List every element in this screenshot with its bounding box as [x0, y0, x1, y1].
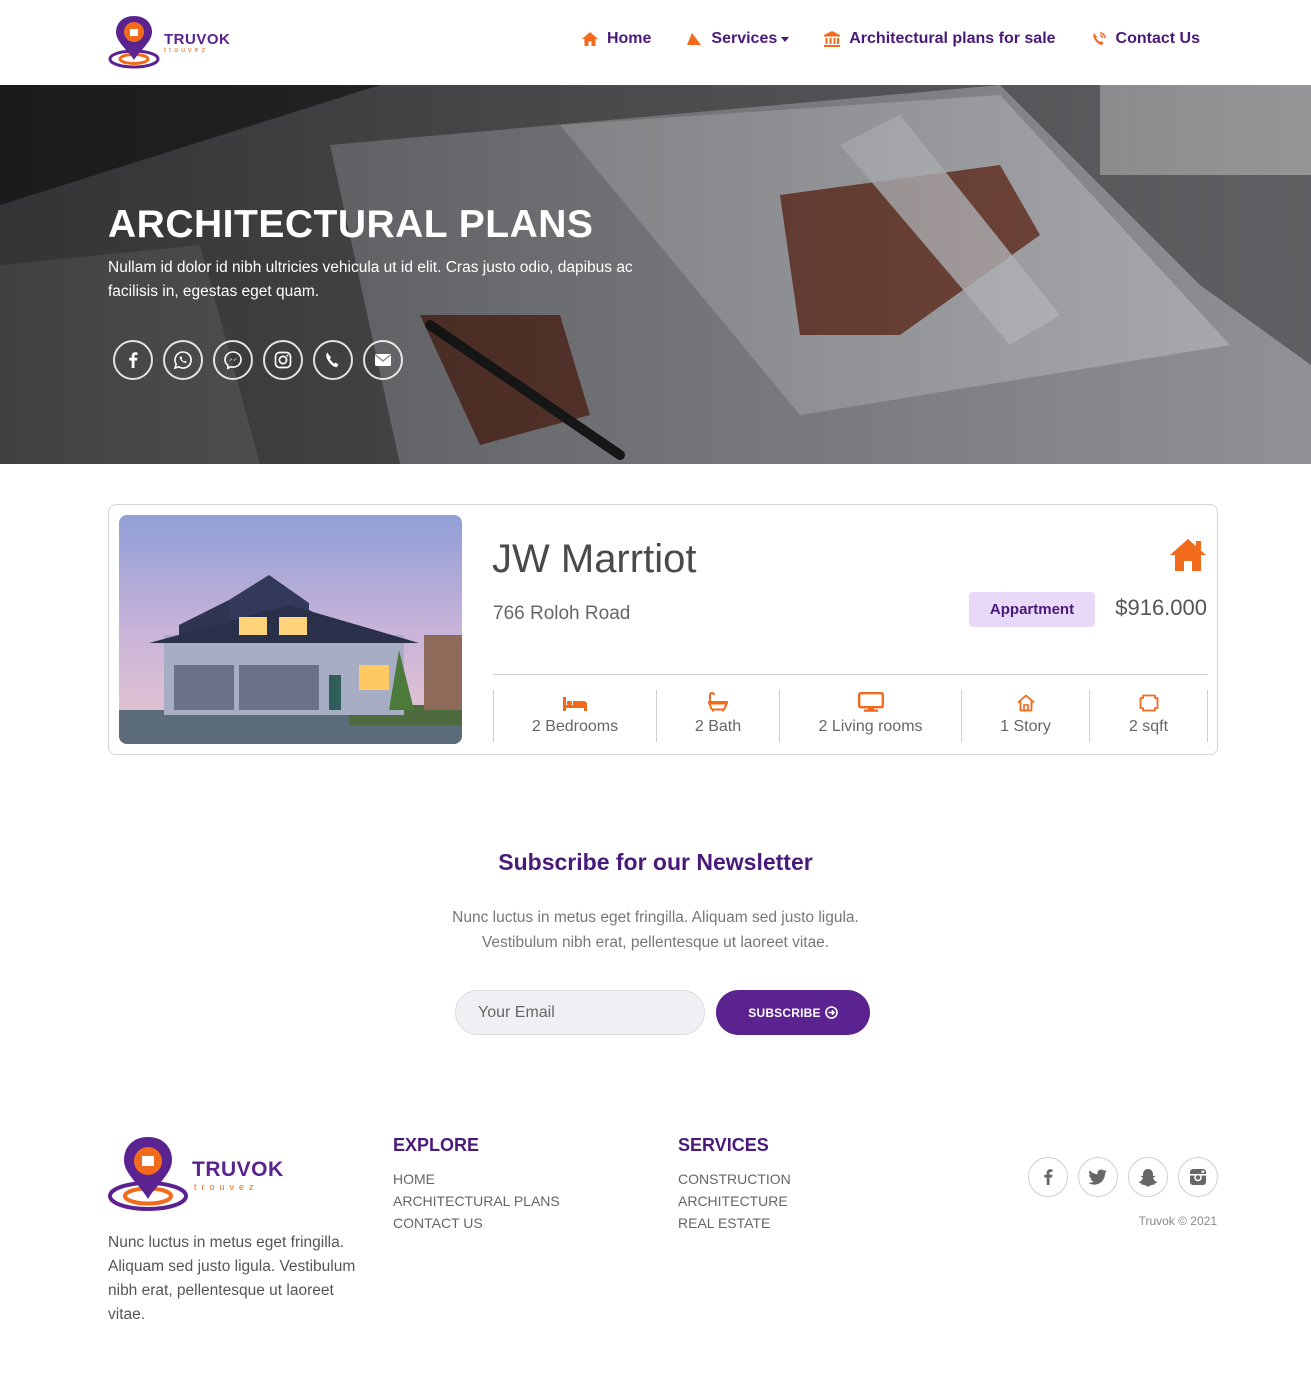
brand-logo[interactable]: TRUVOK trouvez: [108, 14, 238, 70]
nav-links: Home Services Architectural plans for sa…: [547, 30, 1200, 48]
snapchat-icon: [1139, 1168, 1157, 1186]
footer-logo-tagline: trouvez: [194, 1182, 259, 1192]
footer-snapchat-button[interactable]: [1128, 1157, 1168, 1197]
subscribe-label: SUBSCRIBE: [748, 1005, 821, 1020]
services-icon: [685, 30, 703, 48]
logo-name: TRUVOK: [164, 31, 231, 48]
listing-price: $916.000: [1115, 595, 1207, 620]
footer-about: Nunc luctus in metus eget fringilla. Ali…: [108, 1234, 356, 1323]
footer-link-architecture[interactable]: ARCHITECTURE: [678, 1190, 791, 1212]
footer-instagram-button[interactable]: [1178, 1157, 1218, 1197]
footer-link-real-estate[interactable]: REAL ESTATE: [678, 1212, 791, 1234]
card-divider: [493, 674, 1208, 675]
whatsapp-icon: [173, 351, 192, 370]
arrow-circle-right-icon: [824, 1006, 838, 1019]
footer-logo-name: TRUVOK: [192, 1158, 284, 1181]
footer-explore-title: EXPLORE: [393, 1135, 480, 1155]
navbar: TRUVOK trouvez Home Services Architectur…: [0, 0, 1311, 85]
logo-pin-icon: [108, 16, 160, 69]
hero-description: Nullam id dolor id nibh ultricies vehicu…: [108, 259, 633, 300]
feature-bedrooms-label: 2 Bedrooms: [531, 718, 619, 735]
nav-home[interactable]: Home: [581, 30, 651, 48]
newsletter-description: Nunc luctus in metus eget fringilla. Ali…: [0, 905, 1311, 955]
feature-living-rooms: 2 Living rooms: [779, 690, 961, 742]
newsletter-title: Subscribe for our Newsletter: [498, 849, 813, 875]
messenger-icon: [224, 351, 242, 370]
footer-explore: EXPLORE HOME ARCHITECTURAL PLANS CONTACT…: [393, 1135, 560, 1234]
hero-social-links: [113, 340, 403, 380]
feature-bath-label: 2 Bath: [694, 718, 742, 735]
messenger-button[interactable]: [213, 340, 253, 380]
footer-link-home[interactable]: HOME: [393, 1168, 560, 1190]
feature-living-rooms-label: 2 Living rooms: [818, 718, 923, 735]
instagram-icon: [274, 351, 292, 369]
footer-services: SERVICES CONSTRUCTION ARCHITECTURE REAL …: [678, 1135, 791, 1234]
phone-icon: [326, 352, 339, 368]
phone-ring-icon: [1090, 30, 1108, 48]
nav-contact-label: Contact Us: [1115, 30, 1200, 47]
listing-features: 2 Bedrooms 2 Bath 2 Living rooms 1 Story…: [493, 690, 1208, 742]
facebook-icon: [129, 352, 138, 368]
monitor-icon: [857, 690, 884, 712]
mail-button[interactable]: [363, 340, 403, 380]
hero-title: ARCHITECTURAL PLANS: [108, 203, 594, 246]
mail-icon: [375, 354, 391, 366]
listing-title[interactable]: JW Marrtiot: [492, 537, 696, 582]
footer-twitter-button[interactable]: [1078, 1157, 1118, 1197]
bath-icon: [707, 690, 729, 712]
phone-button[interactable]: [313, 340, 353, 380]
facebook-icon: [1044, 1169, 1053, 1185]
home-icon: [1170, 539, 1206, 571]
feature-area-label: 2 sqft: [1128, 718, 1169, 735]
bed-icon: [562, 690, 588, 712]
newsletter-description-line1: Nunc luctus in metus eget fringilla. Ali…: [452, 909, 859, 926]
footer-facebook-button[interactable]: [1028, 1157, 1068, 1197]
bank-icon: [823, 30, 841, 48]
listing-photo[interactable]: [119, 515, 462, 744]
property-type-badge: Appartment: [969, 592, 1095, 627]
nav-home-label: Home: [606, 30, 652, 47]
feature-story-label: 1 Story: [1000, 718, 1051, 735]
logo-tagline: trouvez: [164, 47, 208, 54]
instagram-icon: [1190, 1169, 1206, 1185]
hero-banner: ARCHITECTURAL PLANS Nullam id dolor id n…: [0, 85, 1311, 464]
nav-contact[interactable]: Contact Us: [1090, 30, 1200, 48]
listing-card[interactable]: JW Marrtiot 766 Roloh Road Appartment $9…: [108, 504, 1218, 755]
newsletter-description-line2: Vestibulum nibh erat, pellentesque ut la…: [481, 934, 830, 951]
feature-area: 2 sqft: [1089, 690, 1208, 742]
listing-address: 766 Roloh Road: [493, 603, 631, 624]
footer-social-links: [1028, 1157, 1218, 1197]
copyright-text: Truvok © 2021: [1138, 1214, 1217, 1228]
footer-link-construction[interactable]: CONSTRUCTION: [678, 1168, 791, 1190]
feature-bedrooms: 2 Bedrooms: [493, 690, 656, 742]
nav-services-label: Services: [711, 30, 778, 47]
footer-link-contact[interactable]: CONTACT US: [393, 1212, 560, 1234]
footer-logo[interactable]: TRUVOK trouvez: [108, 1135, 298, 1213]
chevron-down-icon: [781, 37, 790, 42]
house-photo: [119, 515, 462, 744]
whatsapp-button[interactable]: [163, 340, 203, 380]
footer-link-architectural-plans[interactable]: ARCHITECTURAL PLANS: [393, 1190, 560, 1212]
footer-services-title: SERVICES: [678, 1135, 769, 1155]
feature-story: 1 Story: [961, 690, 1089, 742]
twitter-icon: [1088, 1169, 1107, 1185]
nav-services[interactable]: Services: [685, 30, 790, 48]
feature-bath: 2 Bath: [656, 690, 779, 742]
house-outline-icon: [1017, 690, 1035, 712]
subscribe-button[interactable]: SUBSCRIBE: [716, 990, 870, 1035]
instagram-button[interactable]: [263, 340, 303, 380]
home-icon: [581, 30, 599, 48]
facebook-button[interactable]: [113, 340, 153, 380]
area-icon: [1139, 690, 1159, 712]
nav-plans-for-sale[interactable]: Architectural plans for sale: [823, 30, 1056, 48]
nav-plans-label: Architectural plans for sale: [849, 30, 1056, 47]
newsletter-email-input[interactable]: [455, 990, 705, 1035]
